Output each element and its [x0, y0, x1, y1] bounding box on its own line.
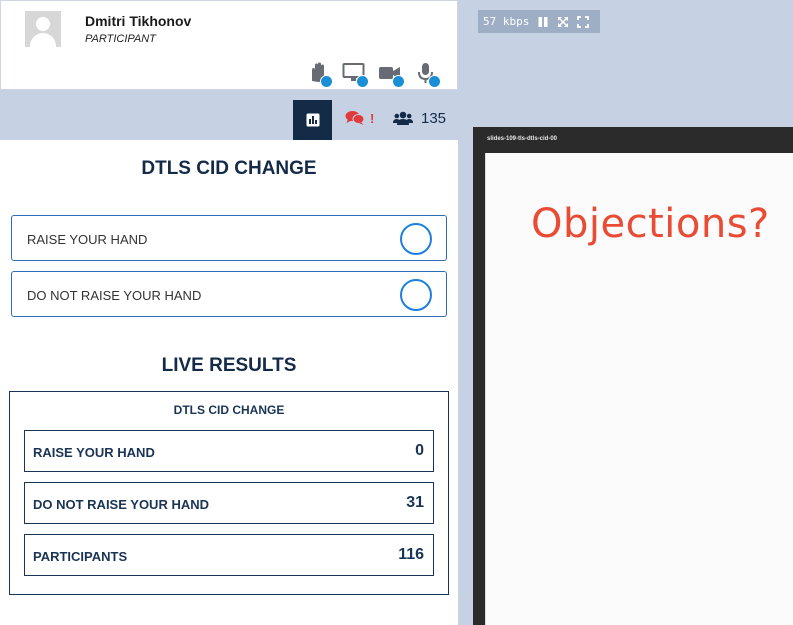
video-info-bar: 57 kbps — [478, 10, 600, 33]
chat-icon — [345, 111, 365, 125]
poll-title: DTLS CID CHANGE — [141, 158, 317, 179]
raise-hand-button[interactable] — [306, 61, 333, 88]
poll-option-label: RAISE YOUR HAND — [27, 232, 148, 247]
slide-name: slides-109-tls-dtls-cid-00 — [487, 136, 558, 142]
live-results-box: DTLS CID CHANGE RAISE YOUR HAND 0 DO NOT… — [9, 391, 449, 595]
users-icon — [393, 111, 413, 125]
microphone-badge-icon — [428, 75, 441, 88]
expand-icon[interactable] — [557, 16, 569, 28]
poll-option-radio[interactable] — [400, 279, 432, 311]
screen-share-badge-icon — [356, 75, 369, 88]
poll-option-do-not-raise-hand[interactable]: DO NOT RAISE YOUR HAND — [11, 271, 447, 317]
pause-icon[interactable] — [537, 16, 549, 28]
bar-chart-icon — [306, 113, 319, 127]
participant-role: PARTICIPANT — [85, 33, 156, 45]
poll-option-radio[interactable] — [400, 223, 432, 255]
participant-name: Dmitri Tikhonov — [85, 13, 192, 29]
result-value: 0 — [415, 442, 424, 459]
results-title: DTLS CID CHANGE — [173, 403, 285, 417]
fullscreen-icon[interactable] — [577, 15, 590, 28]
result-row: PARTICIPANTS 116 — [24, 534, 434, 576]
result-row: DO NOT RAISE YOUR HAND 31 — [24, 482, 434, 524]
presentation-slide: Objections? — [485, 153, 793, 625]
result-row: RAISE YOUR HAND 0 — [24, 430, 434, 472]
avatar — [25, 11, 61, 47]
tab-chat[interactable]: ! — [345, 110, 374, 126]
tab-poll[interactable] — [293, 100, 332, 140]
microphone-button[interactable] — [414, 61, 441, 88]
result-label: RAISE YOUR HAND — [33, 445, 155, 460]
tab-participants[interactable]: 135 — [393, 110, 446, 127]
bitrate-label: 57 kbps — [483, 15, 530, 28]
raise-hand-badge-icon — [320, 75, 333, 88]
result-value: 116 — [398, 546, 424, 563]
chat-alert-badge: ! — [370, 110, 375, 126]
participant-card: Dmitri Tikhonov PARTICIPANT — [0, 0, 458, 90]
result-label: PARTICIPANTS — [33, 549, 128, 564]
camera-button[interactable] — [378, 61, 405, 88]
camera-badge-icon — [392, 75, 405, 88]
presentation-frame: slides-109-tls-dtls-cid-00 Objections? — [473, 127, 793, 625]
result-label: DO NOT RAISE YOUR HAND — [33, 497, 209, 512]
poll-option-label: DO NOT RAISE YOUR HAND — [27, 288, 202, 303]
sidebar-tabs: ! 135 — [0, 98, 458, 140]
live-results-heading: LIVE RESULTS — [161, 355, 297, 376]
participant-actions — [306, 61, 441, 88]
poll-option-raise-hand[interactable]: RAISE YOUR HAND — [11, 215, 447, 261]
participants-count: 135 — [421, 110, 447, 127]
poll-panel: DTLS CID CHANGE RAISE YOUR HAND DO NOT R… — [0, 140, 458, 625]
result-value: 31 — [406, 494, 424, 511]
screen-share-button[interactable] — [342, 61, 369, 88]
slide-text: Objections? — [531, 201, 770, 247]
